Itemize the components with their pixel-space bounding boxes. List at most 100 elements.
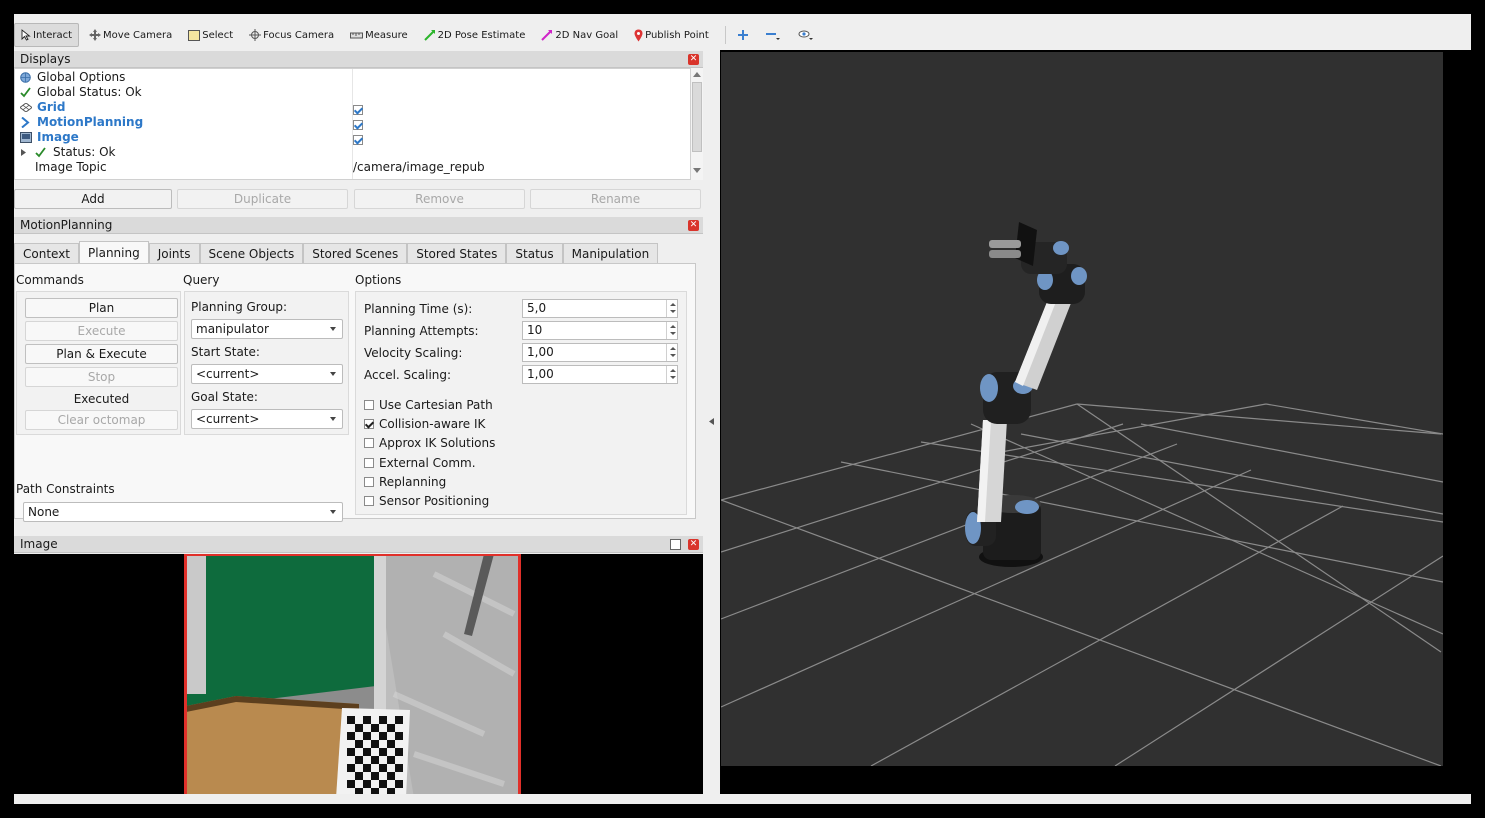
spin-arrows-icon[interactable]: [666, 366, 677, 383]
checkbox-box[interactable]: [364, 458, 374, 468]
minus-icon: [765, 33, 780, 40]
checkbox-box[interactable]: [364, 419, 374, 429]
tree-row-status[interactable]: Status: Ok: [15, 145, 702, 160]
checkbox-label: Collision-aware IK: [379, 417, 486, 431]
chevron-down-icon: [330, 417, 336, 421]
image-icon: [20, 132, 32, 143]
planning-group-select[interactable]: manipulator: [191, 319, 343, 339]
ground-grid: [721, 403, 1443, 766]
tool-interact[interactable]: Interact: [14, 23, 80, 47]
approx-ik-checkbox[interactable]: Approx IK Solutions: [364, 436, 495, 450]
3d-render-view[interactable]: [721, 52, 1443, 766]
goal-state-select[interactable]: <current>: [191, 409, 343, 429]
displays-panel-header: Displays ✕: [14, 51, 703, 68]
tree-row-global-options[interactable]: Global Options: [15, 70, 702, 85]
velocity-scaling-input[interactable]: 1,00: [522, 343, 678, 362]
plan-execute-button[interactable]: Plan & Execute: [25, 344, 178, 364]
tree-row-motionplanning[interactable]: MotionPlanning: [15, 115, 702, 130]
accel-scaling-input[interactable]: 1,00: [522, 365, 678, 384]
add-display-button[interactable]: Add: [14, 189, 172, 209]
tab-planning[interactable]: Planning: [79, 241, 149, 263]
tree-row-grid[interactable]: Grid: [15, 100, 702, 115]
collapse-arrow-icon[interactable]: [709, 418, 714, 425]
motionplanning-icon: [21, 117, 30, 128]
checkbox-box[interactable]: [364, 400, 374, 410]
tool-focus-camera[interactable]: Focus Camera: [243, 23, 340, 47]
accel-scaling-label: Accel. Scaling:: [364, 368, 452, 382]
tree-label: Status: Ok: [53, 145, 116, 159]
tab-stored-states[interactable]: Stored States: [407, 243, 507, 264]
ruler-icon: [350, 32, 364, 38]
checkbox-label: Replanning: [379, 475, 447, 489]
checkbox-box[interactable]: [364, 477, 374, 487]
displays-scrollbar[interactable]: [690, 68, 703, 180]
undock-icon[interactable]: [670, 539, 681, 550]
external-comm-checkbox[interactable]: External Comm.: [364, 456, 476, 470]
view-menu-button[interactable]: [792, 23, 822, 47]
planning-attempts-label: Planning Attempts:: [364, 324, 479, 338]
tree-row-global-status[interactable]: Global Status: Ok: [15, 85, 702, 100]
close-icon[interactable]: ✕: [688, 539, 699, 550]
planning-attempts-input[interactable]: 10: [522, 321, 678, 340]
tool-move-camera[interactable]: Move Camera: [83, 23, 178, 47]
spin-arrows-icon[interactable]: [666, 344, 677, 361]
collision-aware-ik-checkbox[interactable]: Collision-aware IK: [364, 417, 485, 431]
tool-label: Interact: [33, 29, 73, 41]
planning-group-label: Planning Group:: [191, 300, 288, 314]
select-icon: [188, 29, 201, 41]
rename-display-button[interactable]: Rename: [530, 189, 701, 209]
image-topic-value[interactable]: /camera/image_repub: [353, 160, 485, 175]
tab-scene-objects[interactable]: Scene Objects: [199, 243, 304, 264]
clear-octomap-button[interactable]: Clear octomap: [25, 410, 178, 430]
tab-joints[interactable]: Joints: [148, 243, 200, 264]
start-state-select[interactable]: <current>: [191, 364, 343, 384]
duplicate-display-button[interactable]: Duplicate: [177, 189, 348, 209]
tab-status[interactable]: Status: [506, 243, 563, 264]
checkbox-label: Use Cartesian Path: [379, 398, 493, 412]
tab-manipulation[interactable]: Manipulation: [562, 243, 659, 264]
spin-arrows-icon[interactable]: [666, 322, 677, 339]
close-icon[interactable]: ✕: [688, 54, 699, 65]
tree-row-image[interactable]: Image: [15, 130, 702, 145]
tool-publish-point[interactable]: Publish Point: [628, 23, 715, 47]
spin-arrows-icon[interactable]: [666, 300, 677, 317]
ur-robot-arm: [965, 222, 1087, 567]
start-state-value: <current>: [196, 367, 260, 381]
planning-time-input[interactable]: 5,0: [522, 299, 678, 318]
remove-tool-button[interactable]: [760, 23, 788, 47]
add-tool-button[interactable]: [732, 23, 756, 47]
sensor-positioning-checkbox[interactable]: Sensor Positioning: [364, 494, 489, 508]
execute-button[interactable]: Execute: [25, 321, 178, 341]
panel-splitter[interactable]: [703, 50, 720, 804]
planning-tab-content: Commands Plan Execute Plan & Execute Sto…: [14, 263, 696, 522]
tool-label: Measure: [365, 29, 408, 41]
use-cartesian-path-checkbox[interactable]: Use Cartesian Path: [364, 398, 493, 412]
nav-arrow-icon: [541, 30, 553, 41]
checkbox-box[interactable]: [364, 496, 374, 506]
checkbox-box[interactable]: [364, 438, 374, 448]
expand-arrow-icon[interactable]: [21, 149, 26, 156]
remove-display-button[interactable]: Remove: [354, 189, 525, 209]
image-panel-title: Image: [20, 537, 58, 551]
window-top-strip: [14, 0, 1471, 14]
move-icon: [89, 29, 102, 41]
close-icon[interactable]: ✕: [688, 220, 699, 231]
tab-context[interactable]: Context: [14, 243, 80, 264]
pin-icon: [634, 29, 643, 41]
path-constraints-select[interactable]: None: [23, 502, 343, 522]
tree-label: Global Status: Ok: [37, 85, 142, 99]
replanning-checkbox[interactable]: Replanning: [364, 475, 446, 489]
tree-row-image-topic[interactable]: Image Topic /camera/image_repub: [15, 160, 702, 175]
tab-stored-scenes[interactable]: Stored Scenes: [303, 243, 408, 264]
tool-2d-nav-goal[interactable]: 2D Nav Goal: [535, 23, 624, 47]
options-title: Options: [355, 273, 402, 287]
toolbar-separator: [724, 26, 726, 44]
chevron-down-icon: [330, 510, 336, 514]
tool-measure[interactable]: Measure: [344, 23, 414, 47]
query-title: Query: [183, 273, 220, 287]
tool-2d-pose-estimate[interactable]: 2D Pose Estimate: [418, 23, 532, 47]
tool-select[interactable]: Select: [182, 23, 239, 47]
plan-button[interactable]: Plan: [25, 298, 178, 318]
stop-button[interactable]: Stop: [25, 367, 178, 387]
displays-tree: Global Options Global Status: Ok Grid Mo…: [14, 68, 703, 180]
